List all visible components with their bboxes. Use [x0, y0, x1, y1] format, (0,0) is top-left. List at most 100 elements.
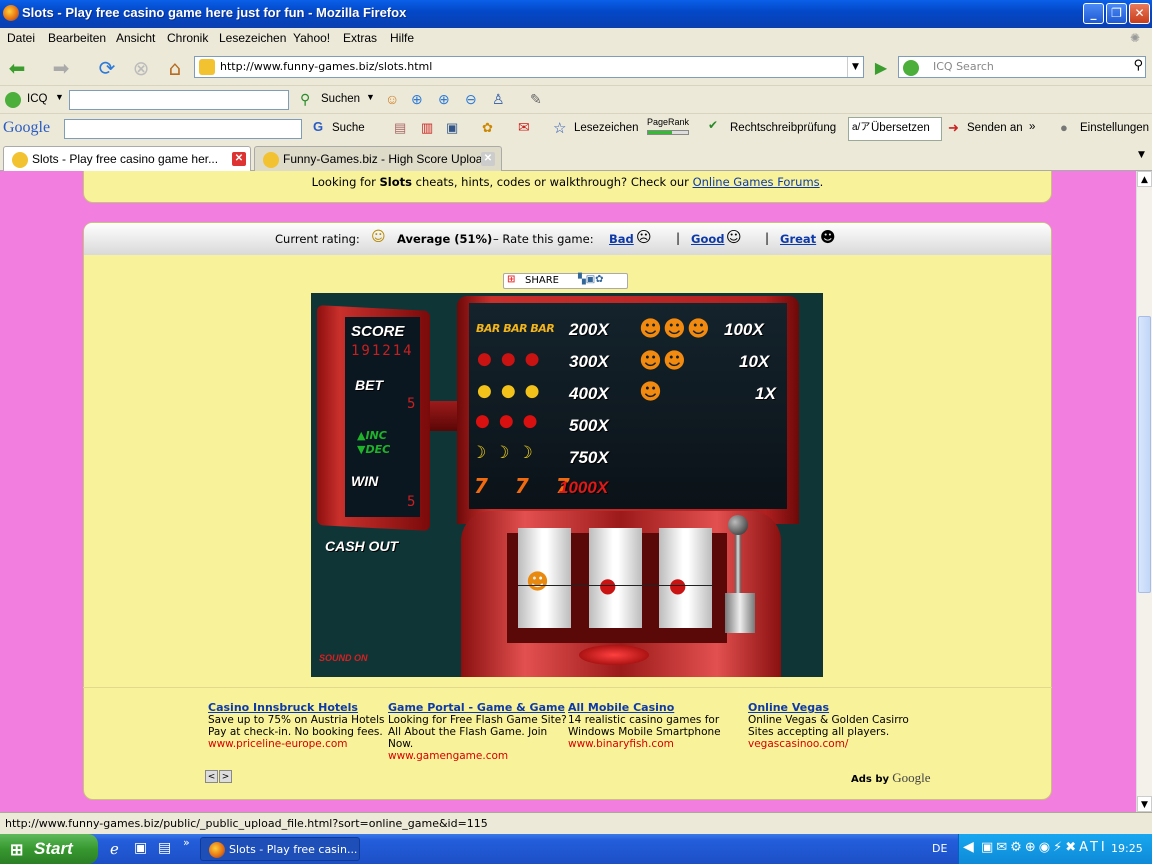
- icq-search-input[interactable]: [69, 90, 289, 110]
- ad-1[interactable]: Casino Innsbruck Hotels Save up to 75% o…: [208, 702, 388, 751]
- rate-bad-link[interactable]: Bad: [609, 232, 634, 246]
- url-dropdown-icon[interactable]: ▼: [847, 57, 863, 77]
- google-news-icon[interactable]: ▤: [394, 120, 406, 136]
- google-images-icon[interactable]: ▣: [446, 120, 458, 136]
- folder-quicklaunch-icon[interactable]: ▤: [158, 840, 171, 856]
- ad-4[interactable]: Online Vegas Online Vegas & Golden Casir…: [748, 702, 928, 751]
- ad-4-url[interactable]: vegascasinoo.com/: [748, 738, 928, 750]
- gmail-icon[interactable]: ✉: [518, 119, 530, 136]
- taskbar-firefox-window[interactable]: Slots - Play free casin...: [200, 837, 360, 861]
- ad-2-url[interactable]: www.gamengame.com: [388, 750, 568, 762]
- send-to-icon[interactable]: ➜: [948, 120, 959, 136]
- ad-3-title[interactable]: All Mobile Casino: [568, 702, 748, 714]
- icq-label[interactable]: ICQ: [27, 93, 47, 105]
- bookmark-star-icon[interactable]: ☆: [553, 119, 566, 137]
- maximize-button[interactable]: ❐: [1106, 3, 1127, 24]
- go-button[interactable]: ▶: [868, 56, 894, 80]
- cool-face-icon[interactable]: ☺: [726, 228, 742, 246]
- zoom-out-icon[interactable]: ⊖: [465, 91, 477, 108]
- translate-button[interactable]: Übersetzen: [871, 122, 930, 134]
- tab-slots[interactable]: Slots - Play free casino game her... ✕: [3, 146, 251, 171]
- ad-1-title[interactable]: Casino Innsbruck Hotels: [208, 702, 388, 714]
- back-button[interactable]: ⬅: [4, 56, 30, 80]
- search-icon[interactable]: ⚲: [1133, 58, 1143, 73]
- tab-close-icon[interactable]: ✕: [232, 152, 246, 166]
- icq-search-button[interactable]: Suchen: [321, 93, 360, 105]
- tray-expand-icon[interactable]: ◀: [963, 839, 974, 855]
- ads-by-label[interactable]: Ads by Google: [851, 770, 930, 786]
- close-button[interactable]: ✕: [1129, 3, 1150, 24]
- tab-list-icon[interactable]: ▼: [1138, 150, 1145, 160]
- icq-search-icon[interactable]: ⚲: [300, 91, 310, 108]
- menu-lesezeichen[interactable]: Lesezeichen: [219, 31, 286, 45]
- rate-good-link[interactable]: Good: [691, 232, 724, 246]
- stop-button[interactable]: ⊗: [128, 56, 154, 80]
- minimize-button[interactable]: _: [1083, 3, 1104, 24]
- dec-button[interactable]: ▼DEC: [357, 443, 390, 456]
- zoom-in-icon[interactable]: ⊕: [411, 91, 423, 108]
- icq-dropdown-icon[interactable]: ▼: [55, 92, 64, 102]
- tray-icons[interactable]: ▣✉⚙⊕◉⚡✖ATI: [981, 840, 1108, 855]
- home-button[interactable]: ⌂: [162, 56, 188, 80]
- menu-datei[interactable]: Datei: [7, 31, 35, 45]
- lever[interactable]: [723, 515, 755, 633]
- spellcheck-button[interactable]: Rechtschreibprüfung: [730, 122, 836, 134]
- scroll-down-icon[interactable]: ▼: [1137, 796, 1152, 812]
- google-search-button[interactable]: Suche: [332, 122, 365, 134]
- toolbar-more-button[interactable]: »: [1029, 121, 1035, 133]
- google-autofill-icon[interactable]: ✿: [482, 120, 493, 136]
- great-face-icon[interactable]: ☻: [820, 228, 836, 246]
- menu-hilfe[interactable]: Hilfe: [390, 31, 414, 45]
- spellcheck-icon[interactable]: ✔: [708, 118, 718, 132]
- ad-4-title[interactable]: Online Vegas: [748, 702, 928, 714]
- slot-machine-game[interactable]: SCORE 191214 BET 5 ▲INC ▼DEC WIN 5 CASH …: [311, 293, 823, 677]
- ie-quicklaunch-icon[interactable]: ℯ: [110, 840, 119, 858]
- menu-chronik[interactable]: Chronik: [167, 31, 208, 45]
- ad-2-title[interactable]: Game Portal - Game & Game: [388, 702, 568, 714]
- tab-close-icon[interactable]: ✕: [481, 152, 495, 166]
- menu-extras[interactable]: Extras: [343, 31, 377, 45]
- icq-user-icon[interactable]: ♙: [492, 91, 505, 108]
- sound-toggle[interactable]: SOUND ON: [319, 653, 368, 663]
- share-button[interactable]: ⊞ SHARE ▚▣✿: [503, 273, 628, 289]
- settings-button[interactable]: Einstellungen: [1080, 122, 1149, 134]
- ad-3-url[interactable]: www.binaryfish.com: [568, 738, 748, 750]
- scroll-thumb[interactable]: [1138, 316, 1151, 593]
- inc-button[interactable]: ▲INC: [357, 429, 387, 442]
- tab-high-score[interactable]: Funny-Games.biz - High Score Upload ✕: [254, 146, 502, 171]
- cash-out-button[interactable]: CASH OUT: [325, 538, 398, 554]
- forums-link[interactable]: Online Games Forums: [693, 175, 820, 189]
- menu-yahoo[interactable]: Yahoo!: [293, 31, 330, 45]
- send-to-button[interactable]: Senden an: [967, 122, 1023, 134]
- page-scrollbar[interactable]: ▲ ▼: [1136, 171, 1152, 812]
- desktop-quicklaunch-icon[interactable]: ▣: [134, 840, 147, 856]
- spin-button[interactable]: [579, 645, 649, 665]
- ad-1-url[interactable]: www.priceline-europe.com: [208, 738, 388, 750]
- ad-2[interactable]: Game Portal - Game & Game Looking for Fr…: [388, 702, 568, 763]
- ad-3[interactable]: All Mobile Casino 14 realistic casino ga…: [568, 702, 748, 751]
- start-button[interactable]: ⊞ Start: [0, 834, 98, 864]
- translate-icon[interactable]: a/ア: [852, 118, 870, 133]
- rate-great-link[interactable]: Great: [780, 232, 816, 246]
- url-bar[interactable]: http://www.funny-games.biz/slots.html ▼: [194, 56, 864, 78]
- sad-face-icon[interactable]: ☹: [636, 228, 652, 246]
- icq-search-dropdown-icon[interactable]: ▼: [366, 92, 375, 102]
- zoom-fit-icon[interactable]: ⊕: [438, 91, 450, 108]
- search-input[interactable]: ICQ Search ⚲: [898, 56, 1146, 78]
- ads-prev-button[interactable]: <: [205, 770, 218, 783]
- google-popup-icon[interactable]: ▥: [421, 120, 433, 136]
- icq-tools-icon[interactable]: ✎: [530, 91, 542, 108]
- language-indicator[interactable]: DE: [932, 842, 947, 855]
- google-g-icon[interactable]: G: [313, 119, 323, 134]
- google-search-input[interactable]: [64, 119, 302, 139]
- quicklaunch-more-icon[interactable]: »: [183, 836, 190, 849]
- icq-people-icon[interactable]: ☺: [385, 91, 399, 107]
- menu-bearbeiten[interactable]: Bearbeiten: [48, 31, 106, 45]
- google-bookmarks-button[interactable]: Lesezeichen: [574, 122, 639, 134]
- settings-icon[interactable]: ●: [1060, 120, 1068, 135]
- menu-ansicht[interactable]: Ansicht: [116, 31, 155, 45]
- scroll-up-icon[interactable]: ▲: [1137, 171, 1152, 187]
- ads-next-button[interactable]: >: [219, 770, 232, 783]
- forward-button[interactable]: ➡: [48, 56, 74, 80]
- reload-button[interactable]: ⟳: [94, 56, 120, 80]
